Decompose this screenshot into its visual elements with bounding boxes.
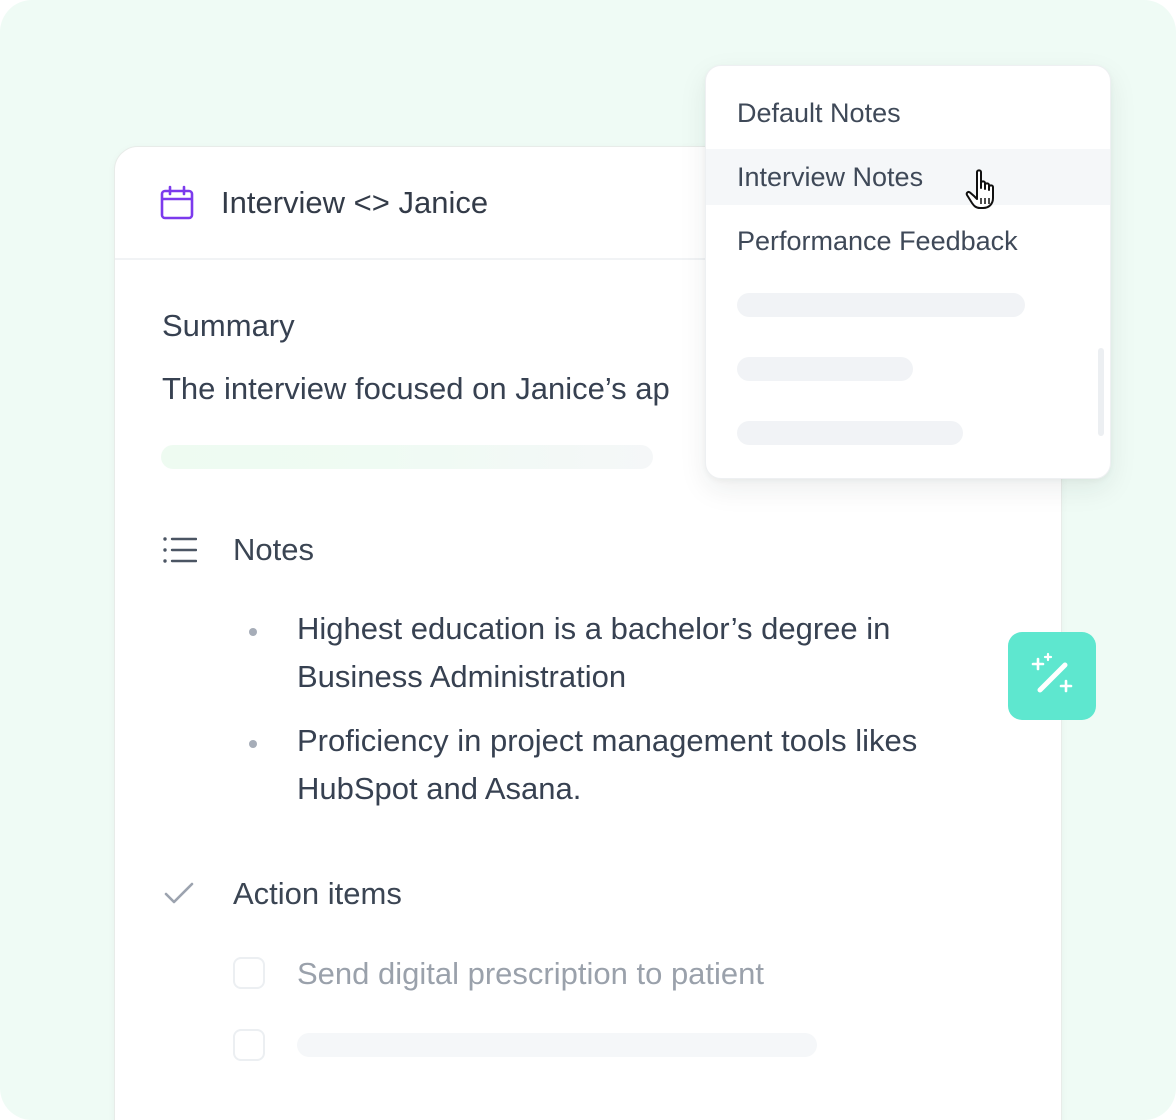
note-bullet bbox=[249, 740, 257, 748]
dropdown-option-placeholder bbox=[737, 293, 1025, 317]
summary-text: The interview focused on Janice’s ap bbox=[162, 371, 670, 406]
list-icon bbox=[163, 537, 197, 563]
hand-pointer-icon bbox=[965, 169, 994, 209]
note-item: Proficiency in project management tools … bbox=[297, 723, 918, 806]
action-item-label: Send digital prescription to patient bbox=[297, 956, 765, 991]
summary-heading: Summary bbox=[162, 308, 295, 343]
card-title: Interview <> Janice bbox=[221, 185, 489, 220]
dropdown-option-default-notes[interactable]: Default Notes bbox=[706, 85, 1110, 141]
notes-heading: Notes bbox=[233, 532, 314, 567]
app-background: Interview <> Janice Summary The intervie… bbox=[0, 0, 1176, 1120]
template-dropdown: Default Notes Interview Notes Performanc… bbox=[705, 65, 1111, 479]
dropdown-option-performance-feedback[interactable]: Performance Feedback bbox=[706, 213, 1110, 269]
note-bullet bbox=[249, 628, 257, 636]
magic-wand-button[interactable] bbox=[1008, 632, 1096, 720]
dropdown-option-placeholder bbox=[737, 421, 963, 445]
action-item-placeholder bbox=[297, 1033, 817, 1057]
check-icon bbox=[164, 882, 194, 904]
action-item-checkbox[interactable] bbox=[233, 957, 265, 989]
calendar-icon bbox=[160, 185, 194, 220]
summary-loading-bar bbox=[161, 445, 653, 469]
dropdown-option-interview-notes[interactable]: Interview Notes bbox=[706, 149, 1110, 205]
action-items-heading: Action items bbox=[233, 876, 402, 911]
note-item: Highest education is a bachelor’s degree… bbox=[297, 611, 891, 694]
magic-wand-icon bbox=[1031, 652, 1073, 693]
dropdown-option-placeholder bbox=[737, 357, 913, 381]
action-item-checkbox[interactable] bbox=[233, 1029, 265, 1061]
dropdown-scrollbar[interactable] bbox=[1098, 348, 1104, 436]
